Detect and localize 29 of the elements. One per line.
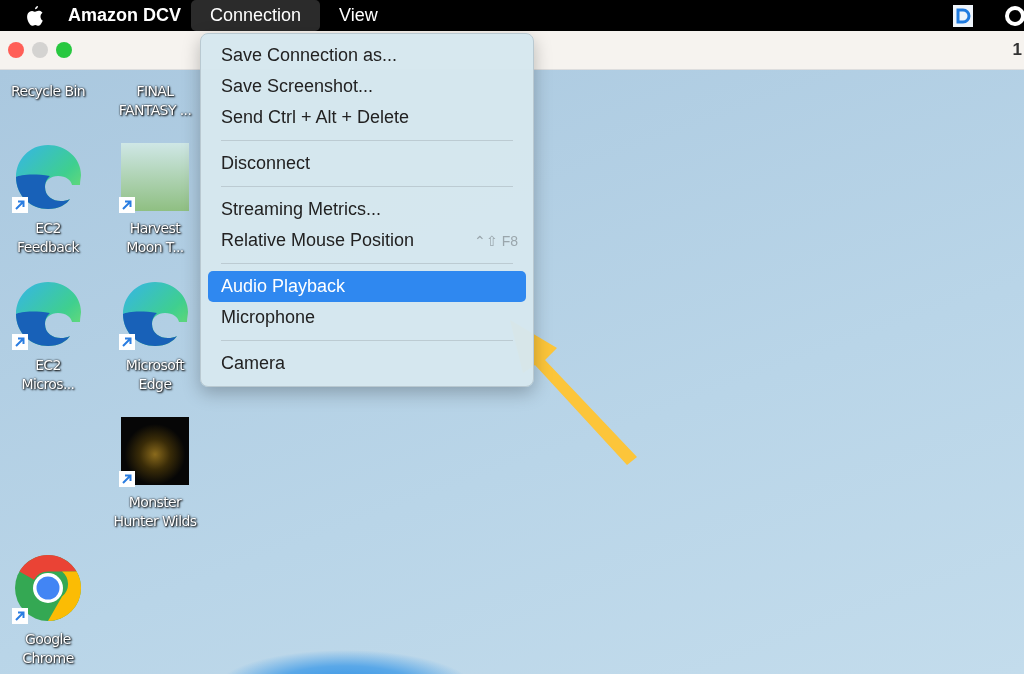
menu-bar-item[interactable]: View [320,0,397,31]
menu-item[interactable]: Disconnect [208,148,526,179]
menu-item[interactable]: Microphone [208,302,526,333]
window-title: 1 [1012,40,1022,60]
menu-item[interactable]: Save Connection as... [208,40,526,71]
dcv-app-icon[interactable] [952,3,974,28]
chrome-browser-icon [14,554,82,622]
photo-placeholder [121,143,189,211]
shortcut-arrow-icon [12,334,28,350]
menu-bar-item[interactable]: Connection [191,0,321,31]
menu-item[interactable]: Send Ctrl + Alt + Delete [208,102,526,133]
shortcut-arrow-icon [119,334,135,350]
shortcut-arrow-icon [12,197,28,213]
menu-item[interactable]: Save Screenshot... [208,71,526,102]
edge-browser-icon [14,143,82,211]
menu-item[interactable]: Relative Mouse Position ⌃⇧ F8 [208,225,526,256]
menu-item[interactable]: Streaming Metrics... [208,194,526,225]
menu-item[interactable]: Audio Playback [208,271,526,302]
keyboard-shortcut: ⌃⇧ F8 [473,232,518,249]
close-window-button[interactable] [8,42,24,58]
shortcut-arrow-icon [12,608,28,624]
menu-item[interactable]: Camera [208,348,526,379]
photo-placeholder [121,417,189,485]
shortcut-arrow-icon [119,471,135,487]
app-name[interactable]: Amazon DCV [68,5,181,26]
edge-browser-icon [14,280,82,348]
edge-browser-icon [121,280,189,348]
apple-logo-icon[interactable] [24,4,44,27]
shortcut-arrow-icon [119,197,135,213]
